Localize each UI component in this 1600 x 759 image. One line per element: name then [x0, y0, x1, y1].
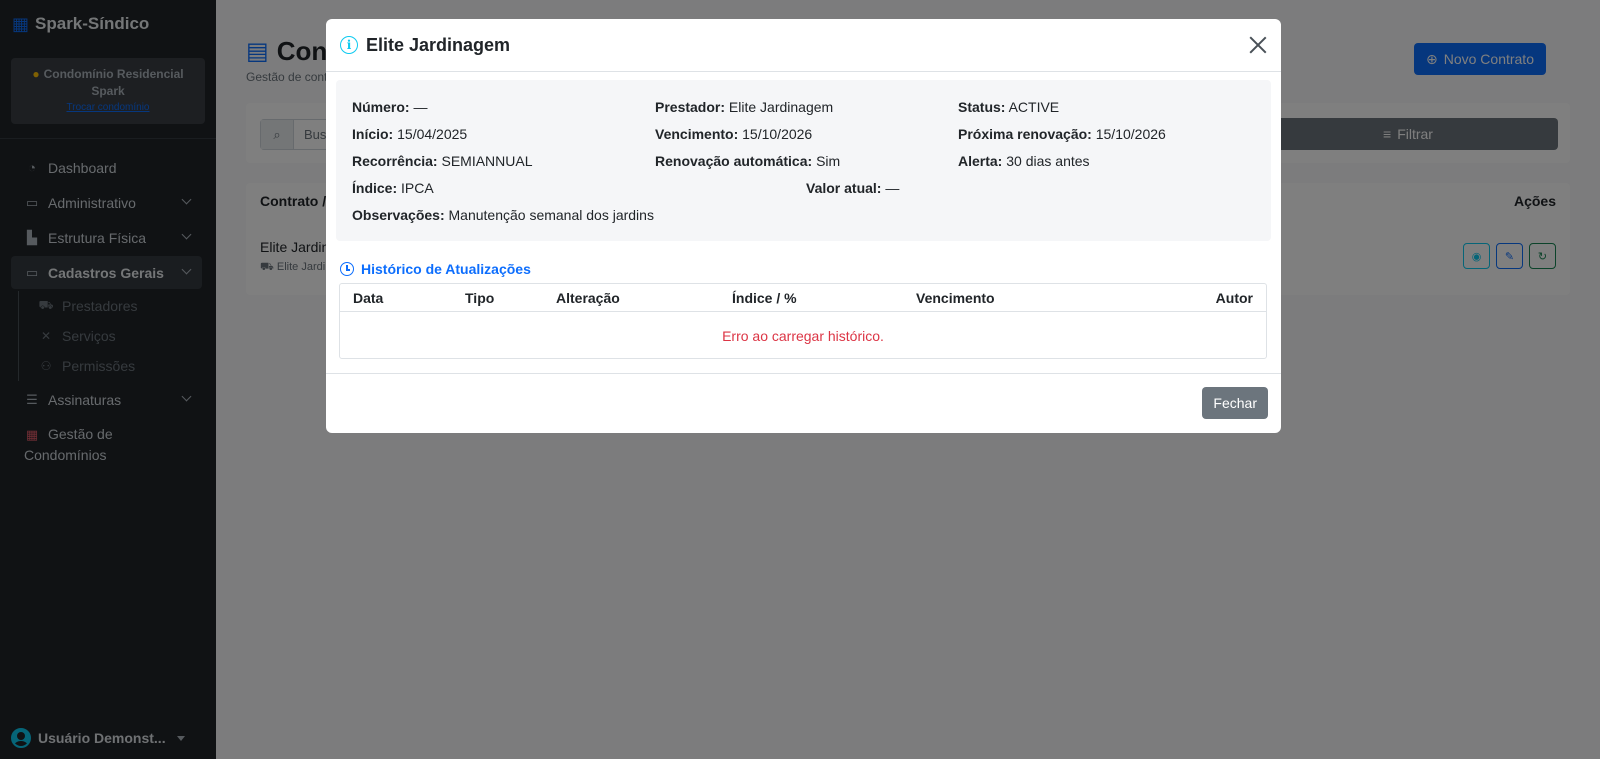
column-header-alteracao: Alteração	[556, 290, 620, 306]
detail-numero: Número: —	[352, 99, 428, 115]
column-header-data: Data	[353, 290, 384, 306]
history-table: Data Tipo Alteração Índice / % Venciment…	[339, 283, 1267, 359]
history-error-message: Erro ao carregar histórico.	[722, 328, 884, 344]
detail-proxima-renovacao: Próxima renovação: 15/10/2026	[958, 126, 1166, 142]
column-header-tipo: Tipo	[465, 290, 495, 306]
detail-status: Status: ACTIVE	[958, 99, 1060, 115]
close-button[interactable]: Fechar	[1202, 387, 1268, 419]
detail-alerta: Alerta: 30 dias antes	[958, 153, 1090, 169]
column-header-indice: Índice / %	[732, 290, 797, 306]
contract-details: Número: — Prestador: Elite Jardinagem St…	[336, 80, 1271, 241]
column-header-vencimento: Vencimento	[916, 290, 995, 306]
detail-indice: Índice: IPCA	[352, 180, 434, 196]
close-icon[interactable]	[1247, 34, 1269, 56]
history-table-header: Data Tipo Alteração Índice / % Venciment…	[340, 284, 1266, 312]
detail-prestador: Prestador: Elite Jardinagem	[655, 99, 834, 115]
detail-renovacao-automatica: Renovação automática: Sim	[655, 153, 841, 169]
contract-details-modal: i Elite Jardinagem Número: — Prestador: …	[326, 19, 1281, 433]
modal-header: i Elite Jardinagem	[326, 19, 1281, 72]
clock-icon	[340, 262, 354, 276]
info-icon: i	[340, 36, 358, 54]
history-section-title: Histórico de Atualizações	[340, 261, 531, 277]
detail-recorrencia: Recorrência: SEMIANNUAL	[352, 153, 533, 169]
modal-title: Elite Jardinagem	[366, 34, 511, 55]
detail-observacoes: Observações: Manutenção semanal dos jard…	[352, 207, 654, 223]
column-header-autor: Autor	[1215, 290, 1253, 306]
modal-footer: Fechar	[326, 373, 1281, 433]
detail-inicio: Início: 15/04/2025	[352, 126, 468, 142]
detail-valor-atual: Valor atual: —	[806, 180, 900, 196]
detail-vencimento: Vencimento: 15/10/2026	[655, 126, 813, 142]
